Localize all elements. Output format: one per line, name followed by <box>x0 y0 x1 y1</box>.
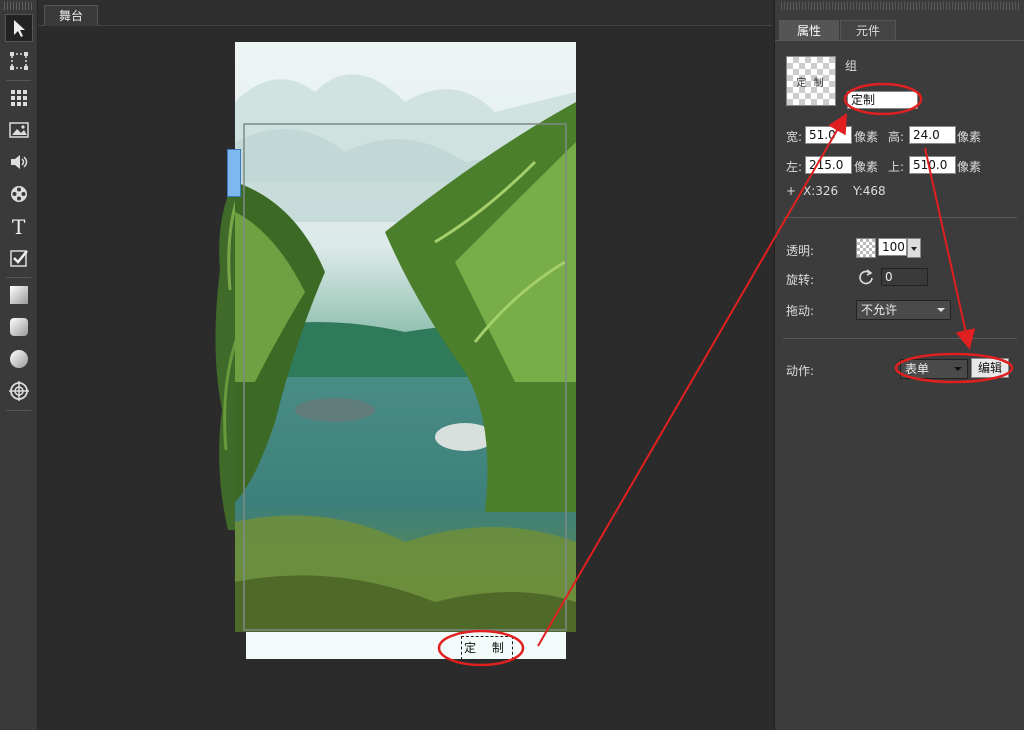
annotation-circle-name <box>843 82 923 116</box>
annotation-overlay <box>437 82 1014 667</box>
annotation-circle-button <box>437 629 525 667</box>
annotation-circle-action <box>894 352 1014 384</box>
annotation-arrow-to-action <box>924 147 976 350</box>
annotation-arrow-to-name <box>537 113 848 647</box>
